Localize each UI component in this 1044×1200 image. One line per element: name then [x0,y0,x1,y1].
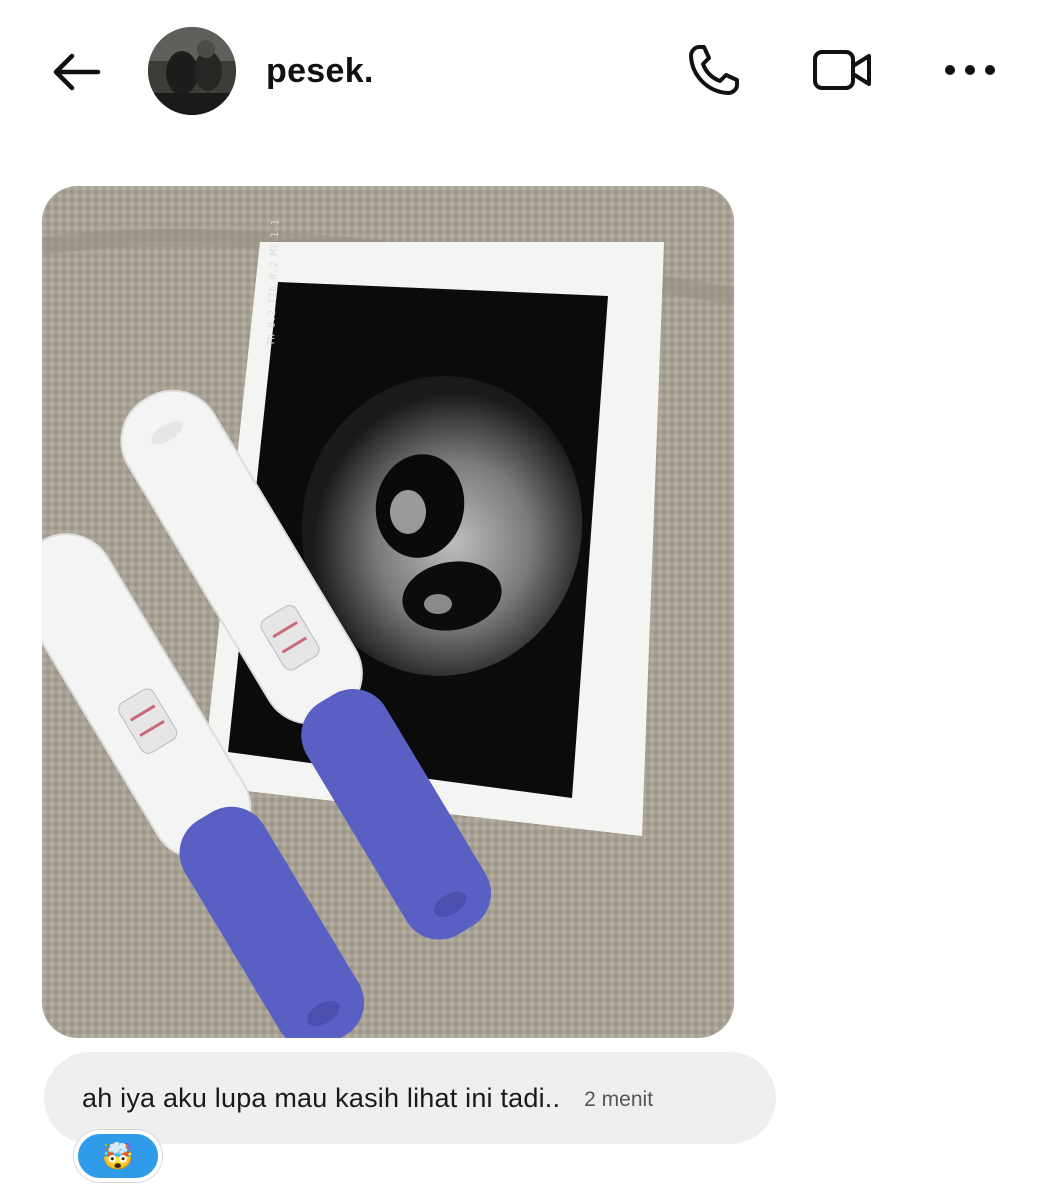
shared-photo: Th 0.2 TIb 0.2 MI 1.1 [42,186,734,1038]
chat-header: pesek. [0,0,1044,150]
voice-call-button[interactable] [682,40,746,100]
video-call-button[interactable] [810,40,874,100]
more-horizontal-icon [945,65,995,75]
text-message-bubble[interactable]: ah iya aku lupa mau kasih lihat ini tadi… [44,1052,776,1144]
more-options-button[interactable] [938,40,1002,100]
video-camera-icon [813,50,871,90]
contact-name[interactable]: pesek. [266,52,374,91]
message-text: ah iya aku lupa mau kasih lihat ini tadi… [82,1082,561,1113]
message-timestamp: 2 menit [584,1088,654,1111]
photo-message[interactable]: Th 0.2 TIb 0.2 MI 1.1 [42,186,734,1038]
exploding-head-emoji-icon: 🤯 [101,1141,135,1171]
message-reaction[interactable]: 🤯 [74,1130,162,1182]
phone-icon [689,45,739,95]
arrow-left-icon [53,53,101,91]
back-button[interactable] [46,46,106,98]
avatar[interactable] [148,27,236,115]
